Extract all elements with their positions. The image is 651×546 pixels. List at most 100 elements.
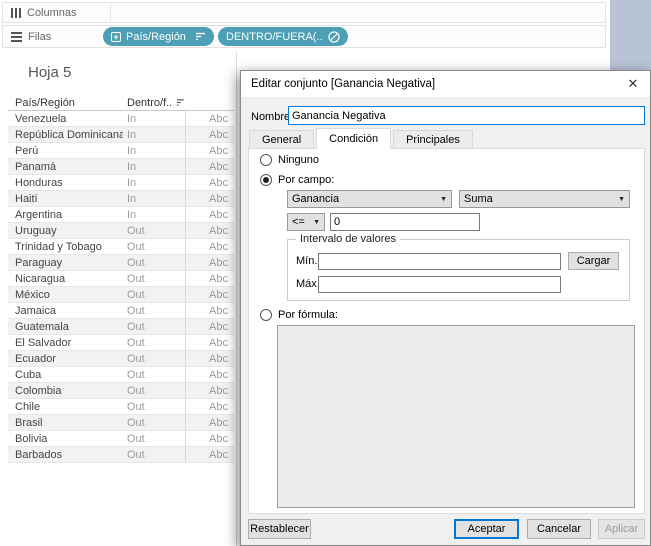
radio-ninguno[interactable]: Ninguno bbox=[260, 154, 319, 166]
col-header-abc bbox=[185, 95, 233, 110]
country-cell[interactable]: Chile bbox=[8, 401, 123, 413]
table-row[interactable]: Argentina In Abc bbox=[8, 207, 234, 223]
status-cell[interactable]: Out bbox=[123, 449, 185, 461]
status-cell[interactable]: Out bbox=[123, 225, 185, 237]
country-cell[interactable]: Barbados bbox=[8, 449, 123, 461]
country-cell[interactable]: México bbox=[8, 289, 123, 301]
table-row[interactable]: Honduras In Abc bbox=[8, 175, 234, 191]
country-cell[interactable]: El Salvador bbox=[8, 337, 123, 349]
table-row[interactable]: Cuba Out Abc bbox=[8, 367, 234, 383]
status-cell[interactable]: Out bbox=[123, 369, 185, 381]
country-cell[interactable]: República Dominicana bbox=[8, 129, 123, 141]
col-header-pais-region[interactable]: País/Región bbox=[8, 97, 123, 109]
country-cell[interactable]: Jamaica bbox=[8, 305, 123, 317]
status-cell[interactable]: In bbox=[123, 161, 185, 173]
country-cell[interactable]: Argentina bbox=[8, 209, 123, 221]
pill-dentro-fuera[interactable]: DENTRO/FUERA(.. bbox=[218, 27, 348, 46]
status-cell[interactable]: In bbox=[123, 129, 185, 141]
status-cell[interactable]: In bbox=[123, 177, 185, 189]
aggregation-dropdown[interactable]: Suma ▼ bbox=[459, 190, 630, 208]
country-cell[interactable]: Bolivia bbox=[8, 433, 123, 445]
status-cell[interactable]: In bbox=[123, 193, 185, 205]
radio-por-campo[interactable]: Por campo: bbox=[260, 174, 334, 186]
restablecer-button[interactable]: Restablecer bbox=[248, 519, 311, 539]
dialog-titlebar[interactable]: Editar conjunto [Ganancia Negativa] ✕ bbox=[241, 71, 650, 97]
pill-pais-region[interactable]: País/Región bbox=[103, 27, 214, 46]
table-row[interactable]: Brasil Out Abc bbox=[8, 415, 234, 431]
country-table-body: Venezuela In Abc República Dominicana In… bbox=[8, 111, 234, 463]
status-cell[interactable]: Out bbox=[123, 321, 185, 333]
table-row[interactable]: Haití In Abc bbox=[8, 191, 234, 207]
table-row[interactable]: Trinidad y Tobago Out Abc bbox=[8, 239, 234, 255]
country-cell[interactable]: Cuba bbox=[8, 369, 123, 381]
country-cell[interactable]: Haití bbox=[8, 193, 123, 205]
table-row[interactable]: Guatemala Out Abc bbox=[8, 319, 234, 335]
placeholder-cell: Abc bbox=[185, 287, 233, 302]
close-icon[interactable]: ✕ bbox=[616, 71, 650, 97]
radio-por-formula-circle[interactable] bbox=[260, 309, 272, 321]
country-cell[interactable]: Paraguay bbox=[8, 257, 123, 269]
status-cell[interactable]: Out bbox=[123, 241, 185, 253]
table-row[interactable]: Perú In Abc bbox=[8, 143, 234, 159]
operator-dropdown[interactable]: <= ▼ bbox=[287, 213, 325, 231]
table-row[interactable]: Colombia Out Abc bbox=[8, 383, 234, 399]
status-cell[interactable]: Out bbox=[123, 401, 185, 413]
aplicar-button[interactable]: Aplicar bbox=[598, 519, 645, 539]
table-row[interactable]: Paraguay Out Abc bbox=[8, 255, 234, 271]
formula-textarea[interactable] bbox=[277, 325, 635, 508]
table-row[interactable]: Venezuela In Abc bbox=[8, 111, 234, 127]
status-cell[interactable]: Out bbox=[123, 337, 185, 349]
country-cell[interactable]: Guatemala bbox=[8, 321, 123, 333]
status-cell[interactable]: Out bbox=[123, 273, 185, 285]
table-row[interactable]: República Dominicana In Abc bbox=[8, 127, 234, 143]
country-cell[interactable]: Nicaragua bbox=[8, 273, 123, 285]
country-cell[interactable]: Venezuela bbox=[8, 113, 123, 125]
table-row[interactable]: El Salvador Out Abc bbox=[8, 335, 234, 351]
status-cell[interactable]: Out bbox=[123, 257, 185, 269]
table-row[interactable]: Panamá In Abc bbox=[8, 159, 234, 175]
status-cell[interactable]: In bbox=[123, 209, 185, 221]
min-input[interactable] bbox=[318, 253, 561, 270]
status-cell[interactable]: Out bbox=[123, 305, 185, 317]
radio-por-campo-circle[interactable] bbox=[260, 174, 272, 186]
status-cell[interactable]: Out bbox=[123, 417, 185, 429]
threshold-input[interactable] bbox=[330, 213, 480, 231]
country-cell[interactable]: Colombia bbox=[8, 385, 123, 397]
status-cell[interactable]: In bbox=[123, 113, 185, 125]
table-row[interactable]: Chile Out Abc bbox=[8, 399, 234, 415]
columns-shelf[interactable]: Columnas bbox=[2, 2, 606, 23]
col-header-dentro-fuera[interactable]: Dentro/f.. bbox=[123, 97, 185, 109]
country-cell[interactable]: Panamá bbox=[8, 161, 123, 173]
status-cell[interactable]: Out bbox=[123, 433, 185, 445]
aceptar-button[interactable]: Aceptar bbox=[454, 519, 519, 539]
sort-descending-icon[interactable] bbox=[195, 32, 206, 41]
table-row[interactable]: México Out Abc bbox=[8, 287, 234, 303]
tab-general[interactable]: General bbox=[249, 130, 315, 149]
radio-por-formula[interactable]: Por fórmula: bbox=[260, 309, 338, 321]
set-name-input[interactable] bbox=[288, 106, 645, 125]
radio-ninguno-circle[interactable] bbox=[260, 154, 272, 166]
status-cell[interactable]: In bbox=[123, 145, 185, 157]
cancelar-button[interactable]: Cancelar bbox=[527, 519, 591, 539]
table-row[interactable]: Ecuador Out Abc bbox=[8, 351, 234, 367]
table-row[interactable]: Barbados Out Abc bbox=[8, 447, 234, 463]
field-dropdown[interactable]: Ganancia ▼ bbox=[287, 190, 452, 208]
country-cell[interactable]: Uruguay bbox=[8, 225, 123, 237]
country-cell[interactable]: Honduras bbox=[8, 177, 123, 189]
country-cell[interactable]: Brasil bbox=[8, 417, 123, 429]
country-cell[interactable]: Perú bbox=[8, 145, 123, 157]
table-row[interactable]: Nicaragua Out Abc bbox=[8, 271, 234, 287]
status-cell[interactable]: Out bbox=[123, 289, 185, 301]
table-row[interactable]: Jamaica Out Abc bbox=[8, 303, 234, 319]
sort-descending-icon[interactable] bbox=[176, 98, 185, 107]
country-cell[interactable]: Ecuador bbox=[8, 353, 123, 365]
status-cell[interactable]: Out bbox=[123, 353, 185, 365]
tab-condicion[interactable]: Condición bbox=[316, 128, 392, 149]
cargar-button[interactable]: Cargar bbox=[568, 252, 619, 270]
table-row[interactable]: Uruguay Out Abc bbox=[8, 223, 234, 239]
country-cell[interactable]: Trinidad y Tobago bbox=[8, 241, 123, 253]
max-input[interactable] bbox=[318, 276, 561, 293]
table-row[interactable]: Bolivia Out Abc bbox=[8, 431, 234, 447]
status-cell[interactable]: Out bbox=[123, 385, 185, 397]
tab-principales[interactable]: Principales bbox=[393, 130, 473, 149]
